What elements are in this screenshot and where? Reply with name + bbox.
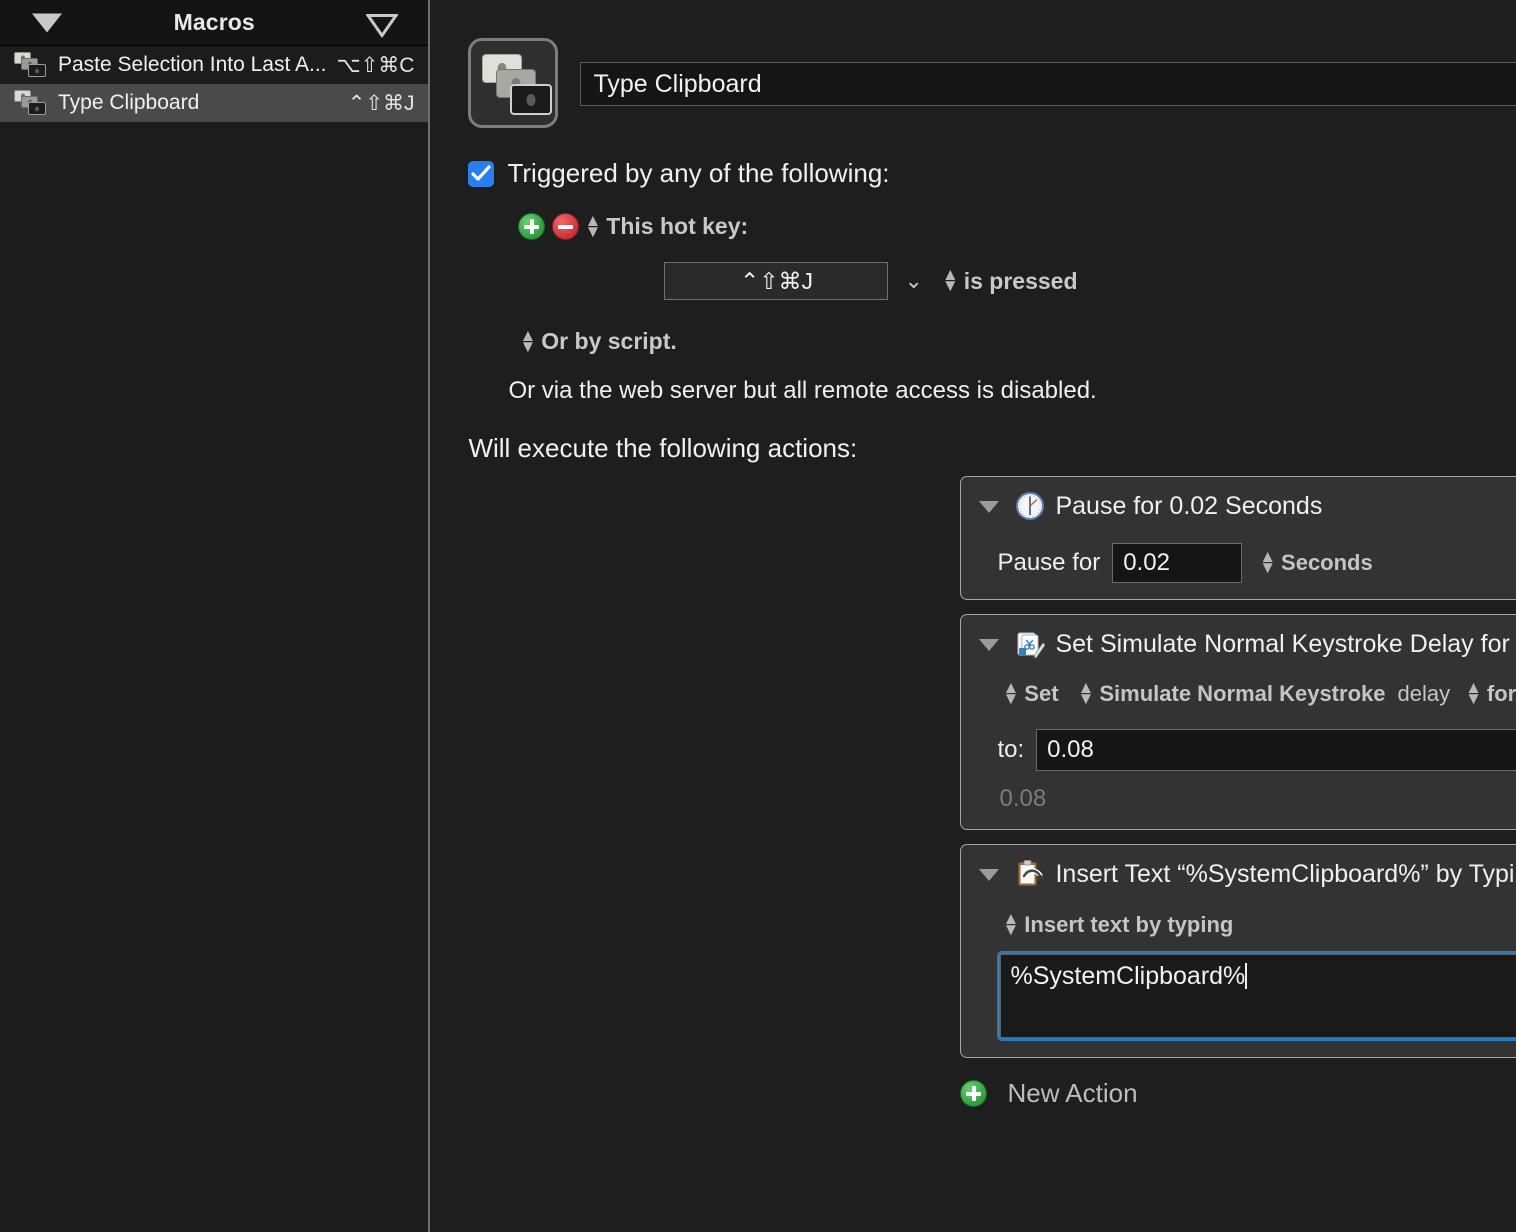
actions-heading: Will execute the following actions:: [468, 433, 858, 463]
disclosure-triangle-icon[interactable]: [979, 639, 1000, 651]
macro-stack-icon[interactable]: [468, 38, 559, 128]
to-label: to:: [997, 736, 1025, 763]
delay-value-row: to: 0.08 seconds.: [997, 729, 1516, 771]
webserver-note: Or via the web server but all remote acc…: [508, 377, 1097, 404]
action-set-keystroke-delay[interactable]: Set Simulate Normal Keystroke Delay for …: [960, 614, 1516, 830]
delay-preview: 0.08: [999, 785, 1047, 812]
clock-icon: [1015, 491, 1045, 521]
text-caret: [1245, 963, 1248, 989]
disclosure-triangle-icon[interactable]: [979, 501, 1000, 513]
keyboard-maestro-window: Macros Paste Selection Into Last A... ⌥⇧…: [0, 0, 1516, 1232]
insert-mode-stepper-icon[interactable]: ▲ ▼: [1002, 911, 1019, 938]
macro-hotkey: ⌃⇧⌘J: [347, 91, 415, 115]
hotkey-trigger-row: ▲ ▼ This hot key:: [518, 212, 1516, 240]
add-trigger-button[interactable]: [518, 213, 546, 240]
pause-unit-stepper-icon[interactable]: ▲ ▼: [1259, 549, 1276, 576]
action-pause[interactable]: Pause for 0.02 Seconds Pause for 0.02 ▲ …: [960, 476, 1516, 600]
macros-header-title: Macros: [173, 9, 255, 35]
hotkey-value-row: ⌃⇧⌘J ⌄ ▲ ▼ is pressed: [664, 262, 1516, 300]
hotkey-input[interactable]: ⌃⇧⌘J: [664, 262, 889, 300]
insert-mode-label[interactable]: Insert text by typing: [1024, 912, 1233, 938]
hotkey-trigger-label[interactable]: This hot key:: [606, 213, 748, 240]
action-header: Set Simulate Normal Keystroke Delay for …: [961, 615, 1516, 667]
trigger-type-stepper-icon[interactable]: ▲ ▼: [584, 212, 601, 239]
action-insert-text[interactable]: Insert Text “%SystemClipboard%” by Typin…: [960, 844, 1516, 1058]
remove-trigger-button[interactable]: [552, 213, 580, 240]
script-trigger-label[interactable]: Or by script.: [541, 328, 676, 355]
triggered-checkbox[interactable]: [468, 160, 495, 187]
set-stepper-icon[interactable]: ▲ ▼: [1002, 680, 1019, 707]
clipboard-arrow-icon: [1015, 859, 1045, 889]
kind-stepper-icon[interactable]: ▲ ▼: [1078, 680, 1095, 707]
macro-editor-pane: Type Clipboard Triggered by any of the f…: [430, 0, 1516, 1232]
action-title: Insert Text “%SystemClipboard%” by Typin…: [1055, 859, 1516, 888]
new-action-row[interactable]: New Action: [430, 1072, 1516, 1109]
triggered-label: Triggered by any of the following:: [507, 158, 890, 188]
macro-name-value: Type Clipboard: [593, 69, 762, 98]
macro-name: Type Clipboard: [58, 91, 200, 114]
action-body: ▲ ▼ Set ▲ ▼ Simulate Normal Keystroke dela…: [961, 667, 1516, 829]
action-header: Insert Text “%SystemClipboard%” by Typin…: [961, 845, 1516, 897]
hotkey-condition-stepper-icon[interactable]: ▲ ▼: [942, 267, 959, 294]
pause-unit-label[interactable]: Seconds: [1281, 550, 1373, 576]
delay-value-input[interactable]: 0.08: [1036, 729, 1516, 771]
pause-prefix-label: Pause for: [997, 549, 1101, 576]
macro-stack-icon: [14, 90, 48, 116]
disclosure-triangle-icon[interactable]: [979, 869, 1000, 881]
delay-value: 0.08: [1047, 736, 1094, 763]
macro-title-row: Type Clipboard: [430, 0, 1516, 128]
pause-duration-value: 0.02: [1123, 549, 1170, 576]
action-body: Pause for 0.02 ▲ ▼ Seconds: [961, 529, 1516, 599]
script-stepper-icon[interactable]: ▲ ▼: [519, 327, 536, 354]
trigger-enable-row: Triggered by any of the following:: [468, 158, 1516, 189]
action-title: Set Simulate Normal Keystroke Delay for …: [1055, 629, 1516, 658]
set-label[interactable]: Set: [1024, 681, 1058, 707]
macro-stack-icon: [14, 52, 48, 78]
hotkey-value: ⌃⇧⌘J: [739, 267, 813, 294]
delay-config-row: ▲ ▼ Set ▲ ▼ Simulate Normal Keystroke dela…: [997, 680, 1516, 707]
macro-hotkey: ⌥⇧⌘C: [336, 53, 415, 77]
macro-name-input[interactable]: Type Clipboard: [580, 62, 1516, 106]
delay-word-label: delay: [1397, 681, 1451, 706]
keystroke-settings-icon: [1015, 629, 1046, 659]
hotkey-condition-label[interactable]: is pressed: [964, 268, 1078, 295]
actions-list: Pause for 0.02 Seconds Pause for 0.02 ▲ …: [430, 464, 1516, 1058]
insert-text-textarea[interactable]: %SystemClipboard% T: [997, 951, 1516, 1041]
scope-label[interactable]: for this macro: [1487, 681, 1516, 707]
pause-fields-row: Pause for 0.02 ▲ ▼ Seconds: [997, 543, 1516, 583]
scope-stepper-icon[interactable]: ▲ ▼: [1465, 680, 1482, 707]
new-action-label: New Action: [1007, 1078, 1138, 1108]
macros-sidebar: Macros Paste Selection Into Last A... ⌥⇧…: [0, 0, 431, 1232]
triangle-down-icon[interactable]: [32, 13, 62, 32]
list-item[interactable]: Type Clipboard ⌃⇧⌘J: [0, 84, 429, 122]
add-action-button[interactable]: [960, 1080, 988, 1107]
action-title: Pause for 0.02 Seconds: [1055, 491, 1323, 520]
triangle-down-outline-icon[interactable]: [366, 13, 399, 37]
insert-mode-row: ▲▼ Insert text by typing Insert Token⌄: [997, 911, 1516, 939]
macro-name: Paste Selection Into Last A...: [58, 53, 327, 76]
trigger-section: Triggered by any of the following: ▲ ▼ Th…: [430, 128, 1516, 405]
macros-sidebar-header: Macros: [0, 0, 429, 46]
insert-text-value: %SystemClipboard%: [1010, 962, 1246, 990]
chevron-down-icon[interactable]: ⌄: [904, 268, 922, 294]
action-body: ▲▼ Insert text by typing Insert Token⌄ %…: [961, 897, 1516, 1057]
pause-duration-input[interactable]: 0.02: [1112, 543, 1243, 583]
keystroke-kind-label[interactable]: Simulate Normal Keystroke: [1099, 681, 1385, 707]
script-trigger-row: ▲ ▼ Or by script.: [514, 327, 1516, 355]
list-item[interactable]: Paste Selection Into Last A... ⌥⇧⌘C: [0, 46, 428, 84]
action-header: Pause for 0.02 Seconds: [961, 477, 1516, 529]
